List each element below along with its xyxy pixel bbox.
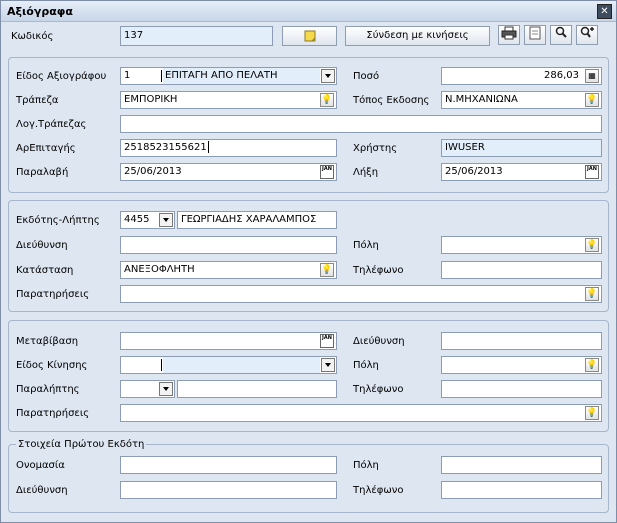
first-issuer-address-field[interactable] bbox=[120, 481, 337, 499]
calendar-icon[interactable]: JAN bbox=[585, 165, 599, 179]
issuer-notes-label: Παρατηρήσεις bbox=[16, 289, 90, 300]
bank-label: Τράπεζα bbox=[16, 95, 59, 106]
issuer-city-label: Πόλη bbox=[353, 240, 379, 251]
first-issuer-group bbox=[8, 444, 609, 513]
amount-label: Ποσό bbox=[353, 71, 380, 82]
first-issuer-city-label: Πόλη bbox=[353, 460, 379, 471]
issuer-city-field[interactable]: 💡 bbox=[441, 236, 602, 254]
first-issuer-address-label: Διεύθυνση bbox=[16, 485, 68, 496]
zoom-add-button[interactable] bbox=[576, 25, 598, 45]
recipient-code-select[interactable] bbox=[120, 380, 175, 398]
search-icon bbox=[555, 26, 567, 38]
check-number-label: ΑρΕπιταγής bbox=[16, 143, 76, 154]
type-name: ΕΠΙΤΑΓΗ ΑΠΟ ΠΕΛΑΤΗ bbox=[163, 68, 320, 84]
amount-field[interactable]: 286,03 ▦ bbox=[441, 67, 602, 85]
calculator-icon[interactable]: ▦ bbox=[585, 69, 599, 83]
code-label: Κωδικός bbox=[11, 31, 54, 42]
print-button[interactable] bbox=[498, 25, 520, 45]
issue-place-field[interactable]: Ν.ΜΗΧΑΝΙΩΝΑ 💡 bbox=[441, 91, 602, 109]
status-value: ΑΝΕΞΟΦΛΗΤΗ bbox=[124, 264, 195, 275]
issuer-phone-field[interactable] bbox=[441, 261, 602, 279]
first-issuer-phone-field[interactable] bbox=[441, 481, 602, 499]
receipt-date-field[interactable]: 25/06/2013 JAN bbox=[120, 163, 337, 181]
code-field[interactable]: 137 bbox=[120, 26, 273, 46]
lightbulb-icon[interactable]: 💡 bbox=[585, 93, 599, 107]
movement-type-select[interactable] bbox=[120, 356, 337, 374]
issuer-phone-label: Τηλέφωνο bbox=[353, 265, 404, 276]
transfer-notes-label: Παρατηρήσεις bbox=[16, 408, 90, 419]
due-date-field[interactable]: 25/06/2013 JAN bbox=[441, 163, 602, 181]
issuer-name-field[interactable]: ΓΕΩΡΓΙΑΔΗΣ ΧΑΡΑΛΑΜΠΟΣ bbox=[177, 211, 337, 229]
first-issuer-group-title: Στοιχεία Πρώτου Εκδότη bbox=[16, 439, 147, 450]
name-label: Ονομασία bbox=[16, 460, 65, 471]
issuer-address-field[interactable] bbox=[120, 236, 337, 254]
zoom-add-icon bbox=[580, 26, 594, 38]
movement-type-label: Είδος Κίνησης bbox=[16, 360, 88, 371]
check-number-value: 2518523155621 bbox=[124, 142, 207, 153]
close-button[interactable]: ✕ bbox=[597, 4, 612, 19]
issue-place-value: Ν.ΜΗΧΑΝΙΩΝΑ bbox=[445, 94, 518, 105]
due-date-value: 25/06/2013 bbox=[445, 166, 503, 177]
status-field[interactable]: ΑΝΕΞΟΦΛΗΤΗ 💡 bbox=[120, 261, 337, 279]
lightbulb-icon[interactable]: 💡 bbox=[320, 263, 334, 277]
link-movements-button[interactable]: Σύνδεση με κινήσεις bbox=[345, 26, 490, 46]
chevron-down-icon[interactable] bbox=[159, 382, 173, 396]
transfer-notes-field[interactable]: 💡 bbox=[120, 404, 602, 422]
title-bar: Αξιόγραφα ✕ bbox=[1, 1, 616, 22]
issuer-address-label: Διεύθυνση bbox=[16, 240, 68, 251]
type-code: 1 bbox=[124, 70, 131, 81]
due-date-label: Λήξη bbox=[353, 167, 379, 178]
recipient-name-field[interactable] bbox=[177, 380, 337, 398]
status-label: Κατάσταση bbox=[16, 265, 74, 276]
bank-account-label: Λογ.Τράπεζας bbox=[16, 119, 87, 130]
issuer-label: Εκδότης-Λήπτης bbox=[16, 215, 100, 226]
bank-value: ΕΜΠΟΡΙΚΗ bbox=[124, 94, 178, 105]
bank-field[interactable]: ΕΜΠΟΡΙΚΗ 💡 bbox=[120, 91, 337, 109]
chevron-down-icon[interactable] bbox=[159, 213, 173, 227]
first-issuer-phone-label: Τηλέφωνο bbox=[353, 485, 404, 496]
lightbulb-icon[interactable]: 💡 bbox=[585, 287, 599, 301]
lightbulb-icon[interactable]: 💡 bbox=[585, 358, 599, 372]
transfer-city-field[interactable]: 💡 bbox=[441, 356, 602, 374]
note-icon bbox=[304, 30, 315, 42]
amount-value: 286,03 bbox=[544, 70, 579, 81]
transfer-phone-label: Τηλέφωνο bbox=[353, 384, 404, 395]
user-field: IWUSER bbox=[441, 139, 602, 157]
issuer-code-select[interactable]: 4455 bbox=[120, 211, 175, 229]
lightbulb-icon[interactable]: 💡 bbox=[585, 238, 599, 252]
note-button[interactable] bbox=[282, 26, 337, 46]
type-label: Είδος Αξιογράφου bbox=[16, 71, 107, 82]
first-issuer-city-field[interactable] bbox=[441, 456, 602, 474]
transfer-address-label: Διεύθυνση bbox=[353, 336, 405, 347]
check-number-field[interactable]: 2518523155621 bbox=[120, 139, 337, 157]
transfer-city-label: Πόλη bbox=[353, 360, 379, 371]
document-button[interactable] bbox=[524, 25, 546, 45]
document-icon bbox=[529, 26, 541, 40]
calendar-icon[interactable]: JAN bbox=[320, 334, 334, 348]
transfer-address-field[interactable] bbox=[441, 332, 602, 350]
type-select[interactable]: 1 ΕΠΙΤΑΓΗ ΑΠΟ ΠΕΛΑΤΗ bbox=[120, 67, 337, 85]
issuer-notes-field[interactable]: 💡 bbox=[120, 285, 602, 303]
calendar-icon[interactable]: JAN bbox=[320, 165, 334, 179]
transfer-phone-field[interactable] bbox=[441, 380, 602, 398]
recipient-label: Παραλήπτης bbox=[16, 384, 80, 395]
securities-window: Αξιόγραφα ✕ Κωδικός 137 Σύνδεση με κινήσ… bbox=[0, 0, 617, 523]
transfer-date-field[interactable]: JAN bbox=[120, 332, 337, 350]
transfer-label: Μεταβίβαση bbox=[16, 336, 79, 347]
receipt-date-value: 25/06/2013 bbox=[124, 166, 182, 177]
user-label: Χρήστης bbox=[353, 143, 398, 154]
chevron-down-icon[interactable] bbox=[321, 358, 335, 372]
movement-type-value bbox=[163, 357, 320, 373]
chevron-down-icon[interactable] bbox=[321, 69, 335, 83]
bank-account-field[interactable] bbox=[120, 115, 602, 133]
lightbulb-icon[interactable]: 💡 bbox=[320, 93, 334, 107]
window-title: Αξιόγραφα bbox=[7, 5, 73, 18]
lightbulb-icon[interactable]: 💡 bbox=[585, 406, 599, 420]
issue-place-label: Τόπος Εκδοσης bbox=[353, 95, 430, 106]
issuer-code: 4455 bbox=[124, 214, 150, 225]
search-button[interactable] bbox=[550, 25, 572, 45]
name-field[interactable] bbox=[120, 456, 337, 474]
printer-icon bbox=[501, 26, 517, 40]
receipt-date-label: Παραλαβή bbox=[16, 167, 69, 178]
